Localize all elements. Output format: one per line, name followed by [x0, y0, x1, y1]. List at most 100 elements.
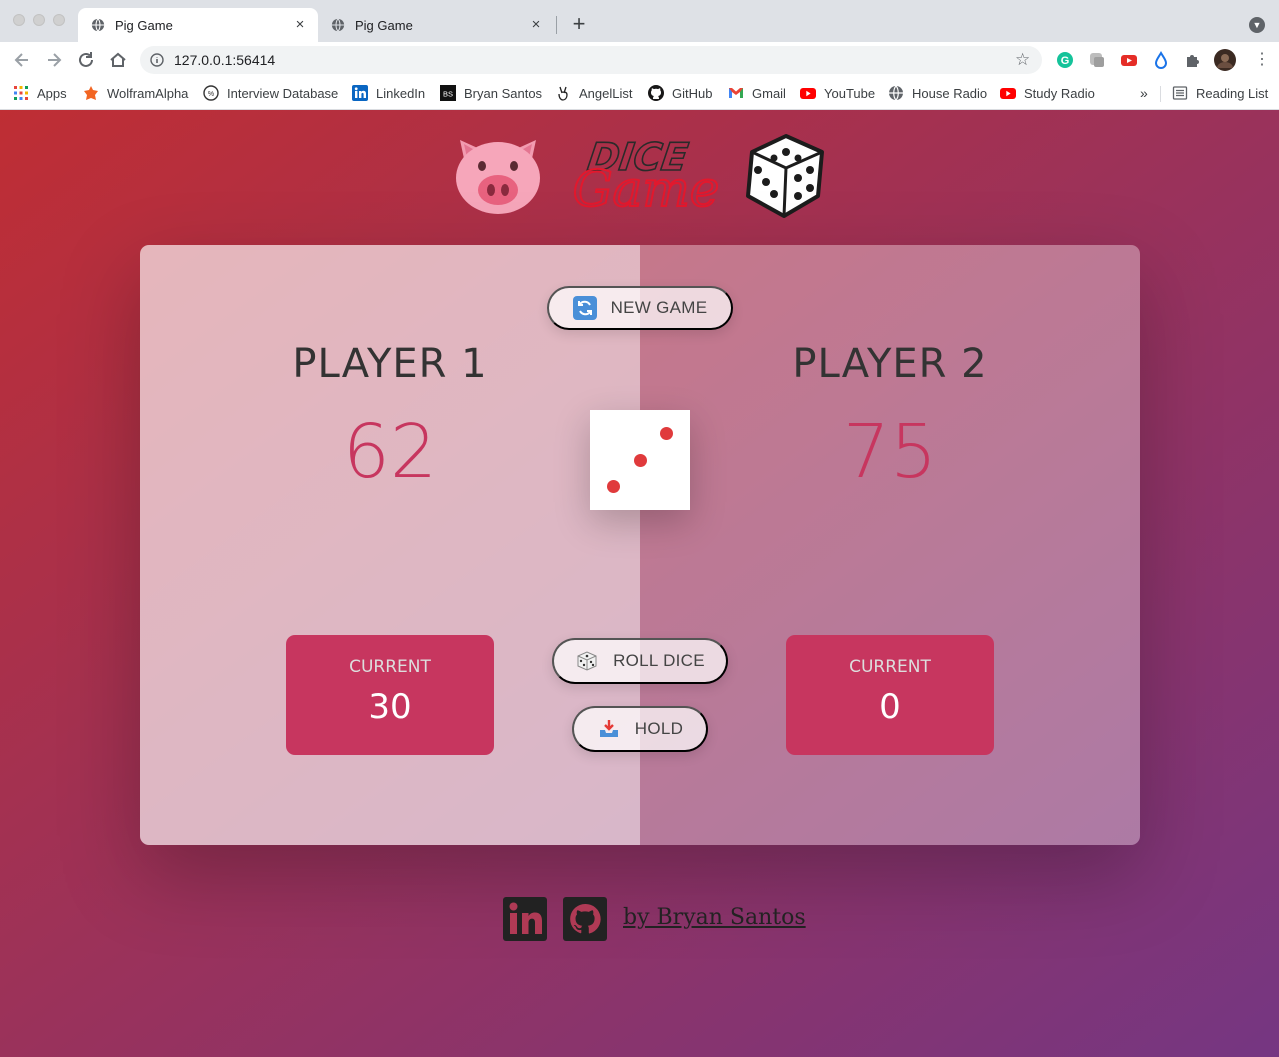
hold-label: HOLD	[634, 719, 684, 738]
site-info-icon[interactable]	[150, 53, 164, 67]
gmail-icon	[729, 88, 743, 98]
player-1-current-score: 30	[368, 687, 412, 727]
bookmark-label: WolframAlpha	[107, 85, 189, 101]
wolframalpha-icon	[84, 86, 98, 100]
player-1-panel: PLAYER 1 62 CURRENT 30	[140, 245, 640, 845]
reload-icon[interactable]	[76, 50, 96, 70]
player-1-score: 62	[342, 409, 438, 495]
dice-icon	[746, 134, 824, 218]
bs-icon: BS	[440, 85, 456, 101]
bookmark-label: Interview Database	[227, 85, 339, 101]
author-link[interactable]: by Bryan Santos	[623, 905, 806, 930]
grammarly-icon[interactable]: G	[1056, 51, 1074, 69]
hold-button[interactable]: HOLD	[572, 706, 708, 752]
linkedin-icon[interactable]	[503, 897, 547, 941]
game-die-icon	[577, 651, 597, 671]
current-label: CURRENT	[349, 657, 431, 677]
pig-face-icon	[456, 140, 540, 214]
bookmark-label: Bryan Santos	[464, 85, 543, 101]
bookmarks-bar: Apps WolframAlpha % Interview Database L…	[0, 78, 1279, 110]
refresh-icon	[572, 296, 597, 320]
tab-title: Pig Game	[355, 17, 413, 33]
roll-dice-label: ROLL DICE	[613, 651, 705, 670]
extension-pin-icon[interactable]	[1088, 51, 1106, 69]
inbox-tray-icon	[599, 720, 618, 737]
bookmark-label: Gmail	[752, 85, 786, 101]
back-icon[interactable]	[12, 50, 32, 70]
bookmarks-separator	[1160, 86, 1161, 102]
roll-dice-button[interactable]: ROLL DICE	[552, 638, 728, 684]
linkedin-icon	[352, 85, 368, 101]
player-2-score: 75	[842, 409, 938, 495]
bookmark-angellist[interactable]: AngelList	[555, 84, 632, 102]
bookmark-star-icon[interactable]: ☆	[1015, 51, 1030, 69]
game-board: PLAYER 1 62 CURRENT 30 PLAYER 2 75 CURRE…	[140, 245, 1140, 845]
current-label: CURRENT	[849, 657, 931, 677]
svg-text:%: %	[208, 91, 214, 98]
bookmark-wolframalpha[interactable]: WolframAlpha	[83, 84, 188, 102]
tab-close-icon[interactable]: ×	[528, 17, 544, 33]
reading-list-button[interactable]: Reading List	[1172, 84, 1268, 102]
dice-pip	[634, 454, 647, 467]
new-game-button[interactable]: NEW GAME	[547, 286, 733, 330]
bookmark-label: Study Radio	[1024, 85, 1095, 101]
tab-separator	[556, 16, 557, 34]
player-2-current-score: 0	[879, 687, 901, 727]
github-icon	[648, 85, 664, 101]
bookmark-gmail[interactable]: Gmail	[728, 84, 786, 102]
forward-icon[interactable]	[44, 50, 64, 70]
browser-menu-icon[interactable]: ⋮	[1254, 51, 1270, 69]
reading-list-icon	[1172, 86, 1188, 100]
reading-list-label: Reading List	[1196, 85, 1269, 101]
player-2-panel: PLAYER 2 75 CURRENT 0	[640, 245, 1140, 845]
interview-database-icon: %	[203, 85, 219, 101]
tab-title: Pig Game	[115, 17, 173, 33]
window-minimize-button[interactable]	[33, 14, 45, 26]
youtube-extension-icon[interactable]	[1120, 51, 1138, 69]
tab-close-icon[interactable]: ×	[292, 17, 308, 33]
bookmark-interview-database[interactable]: % Interview Database	[203, 84, 338, 102]
bookmark-youtube[interactable]: YouTube	[800, 84, 875, 102]
tab-pig-game-2[interactable]: Pig Game ×	[318, 8, 554, 42]
bookmark-label: LinkedIn	[376, 85, 426, 101]
new-tab-button[interactable]: +	[568, 12, 590, 36]
bookmark-label: GitHub	[672, 85, 713, 101]
extensions-puzzle-icon[interactable]	[1184, 51, 1202, 69]
bookmark-house-radio[interactable]: House Radio	[888, 84, 987, 102]
player-2-name: PLAYER 2	[792, 341, 988, 387]
home-icon[interactable]	[108, 50, 128, 70]
dice-pip	[607, 480, 620, 493]
profile-avatar[interactable]	[1214, 49, 1236, 71]
bookmarks-overflow-icon[interactable]: »	[1140, 85, 1148, 101]
bookmark-github[interactable]: GitHub	[648, 84, 712, 102]
youtube-icon	[800, 88, 816, 99]
pig-game-page: DICE Game PLAYER 1 62 CURRENT 30 PLAYER …	[0, 110, 1279, 1057]
bookmark-label: YouTube	[824, 85, 876, 101]
bookmark-label: House Radio	[912, 85, 988, 101]
svg-text:G: G	[1061, 55, 1070, 67]
raindrop-icon[interactable]	[1152, 51, 1170, 69]
bookmark-study-radio[interactable]: Study Radio	[1000, 84, 1095, 102]
svg-text:BS: BS	[443, 90, 453, 99]
window-close-button[interactable]	[13, 14, 25, 26]
youtube-icon	[1000, 88, 1016, 99]
apps-grid-icon	[14, 86, 28, 100]
globe-icon	[889, 85, 903, 101]
new-game-label: NEW GAME	[610, 298, 708, 317]
tab-search-icon[interactable]: ▼	[1249, 17, 1265, 33]
bookmark-bryan-santos[interactable]: BS Bryan Santos	[440, 84, 542, 102]
tab-bar: Pig Game × Pig Game × + ▼	[0, 0, 1279, 42]
tab-pig-game-1[interactable]: Pig Game ×	[78, 8, 318, 42]
logo-game-text: Game	[573, 160, 718, 218]
bookmark-linkedin[interactable]: LinkedIn	[352, 84, 425, 102]
dice-face	[590, 410, 690, 510]
window-zoom-button[interactable]	[53, 14, 65, 26]
player-1-name: PLAYER 1	[292, 341, 488, 387]
url-text: 127.0.0.1:56414	[174, 52, 276, 68]
bookmark-apps[interactable]: Apps	[13, 84, 67, 102]
github-icon[interactable]	[563, 897, 607, 941]
dice-game-logo: DICE Game	[572, 135, 718, 219]
dice-pip	[660, 427, 673, 440]
angellist-icon	[558, 86, 568, 101]
address-bar[interactable]: 127.0.0.1:56414 ☆	[140, 46, 1042, 74]
